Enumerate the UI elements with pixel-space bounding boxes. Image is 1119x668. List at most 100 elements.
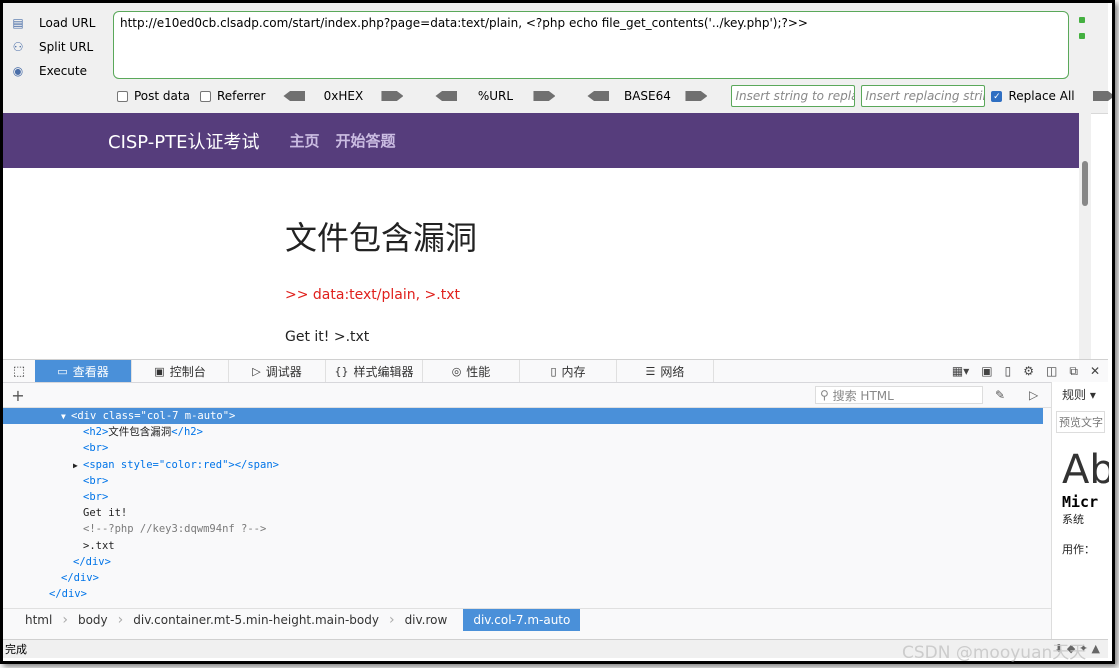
breadcrumb: html › body › div.container.mt-5.min-hei… [3,608,1051,631]
font-system-label: 系统 [1062,513,1084,526]
add-node-icon[interactable]: + [3,386,33,405]
popout-icon[interactable]: ⧉ [1069,364,1078,379]
tree-node-br[interactable]: <br> [3,489,1043,505]
hackbar-actions: ▤ Load URL ⚇ Split URL ◉ Execute [9,11,107,83]
hex-label: 0xHEX [323,89,364,103]
hex-encoder: 0xHEX [275,89,411,103]
result-text: Get it! >.txt [285,329,370,345]
tree-node-br[interactable]: <br> [3,440,1043,456]
site-brand[interactable]: CISP-PTE认证考试 [108,128,259,154]
breadcrumb-html[interactable]: html [3,609,62,631]
split-console-icon[interactable]: ▣ [981,364,992,378]
dock-icon[interactable]: ◫ [1046,364,1057,378]
split-url-label: Split URL [39,40,94,54]
tag-open: <h2> [83,426,109,439]
style-editor-icon: {} [334,364,349,378]
hex-decode-icon[interactable] [283,91,306,101]
tree-node-span[interactable]: ▶ <span style="color:red"></span> [3,457,1043,473]
base64-decode-icon[interactable] [587,91,610,101]
tab-style-editor[interactable]: {} 样式编辑器 [326,360,423,382]
tab-network[interactable]: ☰ 网络 [617,360,714,382]
breadcrumb-body[interactable]: body [68,609,118,631]
tree-node-text-txt[interactable]: >.txt [3,538,1043,554]
replace-all-checkbox[interactable]: ✓ Replace All [991,89,1075,103]
breadcrumb-row[interactable]: div.row [395,609,458,631]
element-picker-icon[interactable]: ⬚ [3,360,35,382]
execute-button[interactable]: ◉ Execute [9,59,107,83]
close-icon[interactable]: ✕ [1090,364,1100,378]
post-data-box[interactable] [117,90,128,102]
div-close-tag: </div> [73,555,111,568]
post-data-checkbox[interactable]: Post data [117,89,190,103]
status-text: 完成 [5,643,27,656]
breadcrumb-container[interactable]: div.container.mt-5.min-height.main-body [123,609,389,631]
hex-encode-icon[interactable] [381,91,404,101]
base64-label: BASE64 [623,89,671,103]
referrer-label: Referrer [216,89,266,103]
settings-icon[interactable]: ⚙ [1023,364,1034,378]
web-page: CISP-PTE认证考试 主页 开始答题 文件包含漏洞 >> data:text… [3,113,1079,359]
tab-console[interactable]: ▣ 控制台 [132,360,229,382]
tab-style-editor-label: 样式编辑器 [353,364,414,379]
hackbar-minus-icon[interactable] [1079,17,1085,23]
tree-node-text-get[interactable]: Get it! [3,505,1043,521]
tree-node-div-close[interactable]: </div> [3,554,1043,570]
tree-node-div-close[interactable]: </div> [3,586,1043,602]
toggle-sidebar-icon[interactable]: ▷ [1029,388,1038,402]
page-scrollbar-thumb[interactable] [1082,161,1088,206]
url-textarea[interactable]: http://e10ed0cb.clsadp.com/start/index.p… [113,11,1069,79]
tree-node-h2[interactable]: <h2>文件包含漏洞</h2> [3,424,1043,440]
network-icon: ☰ [645,364,656,378]
layout-icon[interactable]: ▦▾ [952,364,969,378]
span-tag: <span style="color:red"></span> [83,458,279,471]
tab-performance[interactable]: ◎ 性能 [423,360,520,382]
insert-string-field[interactable]: Insert string to replace [731,85,856,107]
comment-node: <!--?php //key3:dqwm94nf ?--> [83,523,267,536]
referrer-box[interactable] [199,90,211,102]
replacing-string-field[interactable]: Insert replacing string [861,85,986,107]
breadcrumb-col7[interactable]: div.col-7.m-auto [463,609,581,631]
memory-icon: ▯ [550,364,557,378]
post-data-label: Post data [134,89,190,103]
url-encode-icon[interactable] [533,91,556,101]
collapsed-triangle-icon[interactable]: ▶ [73,458,83,474]
rules-tab[interactable]: 规则 ▾ [1052,382,1109,407]
replace-go-icon[interactable] [1092,91,1112,101]
tab-performance-label: 性能 [466,364,491,379]
execute-icon: ◉ [12,64,24,78]
text-node: >.txt [83,539,115,552]
page-scrollbar[interactable] [1079,113,1091,359]
tree-node-comment[interactable]: <!--?php //key3:dqwm94nf ?--> [3,521,1043,537]
search-html-input[interactable]: ⚲ 搜索 HTML [815,386,983,404]
tree-node-div-col7[interactable]: ▼ <div class="col-7 m-auto"> [3,408,1043,425]
devtools-toolbar-right: ▦▾ ▣ ▯ ⚙ ◫ ⧉ ✕ [952,360,1108,382]
nav-home-link[interactable]: 主页 [289,130,319,151]
tab-memory[interactable]: ▯ 内存 [520,360,617,382]
eyedropper-icon[interactable]: ✎ [995,388,1005,402]
preview-text-input[interactable]: 预览文字 [1056,411,1105,433]
tree-node-div-close[interactable]: </div> [3,570,1043,586]
hackbar-plus-icon[interactable] [1079,33,1085,39]
base64-encoder: BASE64 [579,89,715,103]
console-icon: ▣ [154,364,165,378]
referrer-checkbox[interactable]: Referrer [199,89,266,103]
url-decode-icon[interactable] [435,91,458,101]
base64-encode-icon[interactable] [685,91,708,101]
search-placeholder: 搜索 HTML [832,388,894,403]
div-close-tag: </div> [49,588,87,601]
replace-all-box[interactable]: ✓ [991,90,1003,102]
tab-inspector[interactable]: ▭ 查看器 [35,360,132,382]
nav-start-link[interactable]: 开始答题 [336,130,396,151]
load-url-button[interactable]: ▤ Load URL [9,11,107,35]
br-tag: <br> [83,474,109,487]
page-heading: 文件包含漏洞 [285,219,478,257]
tree-node-br[interactable]: <br> [3,473,1043,489]
responsive-icon[interactable]: ▯ [1005,364,1012,378]
split-url-button[interactable]: ⚇ Split URL [9,35,107,59]
tab-debugger[interactable]: ▷ 调试器 [229,360,326,382]
tab-memory-label: 内存 [561,364,586,379]
font-used-as-label: 用作： [1062,543,1095,556]
devtools-tabs: ⬚ ▭ 查看器 ▣ 控制台 ▷ 调试器 {} 样式编辑器 ◎ 性能 ▯ 内存 ☰ 网络 ▦▾ … [3,360,1108,383]
br-tag: <br> [83,490,109,503]
expanded-triangle-icon[interactable]: ▼ [61,409,71,425]
